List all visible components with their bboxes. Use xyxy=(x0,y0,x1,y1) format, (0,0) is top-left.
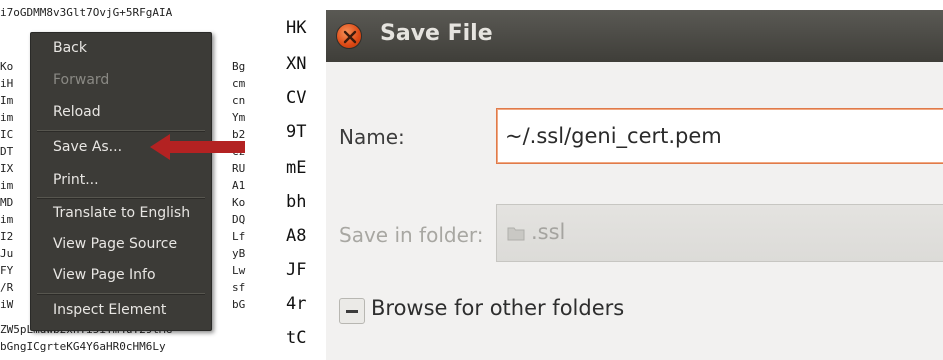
name-label: Name: xyxy=(339,125,405,149)
code-line-end: yB xyxy=(232,247,246,260)
menu-item-translate[interactable]: Translate to English xyxy=(31,200,211,226)
text-fragment: mE xyxy=(286,158,307,178)
menu-item-inspect-element[interactable]: Inspect Element xyxy=(31,297,211,323)
text-fragment: XN xyxy=(286,54,307,74)
code-line: im xyxy=(0,179,14,192)
text-fragment: A8 xyxy=(286,226,307,246)
text-fragment: 4r xyxy=(286,294,307,314)
text-fragment: tC xyxy=(286,328,307,348)
code-line-end: sf xyxy=(232,281,246,294)
code-line: DT xyxy=(0,145,14,158)
dialog-title: Save File xyxy=(380,21,493,46)
code-line: /R xyxy=(0,281,14,294)
code-line: Ko xyxy=(0,60,14,73)
code-line-end: Ko xyxy=(232,196,246,209)
code-line: im xyxy=(0,213,14,226)
code-line-end: A1 xyxy=(232,179,246,192)
text-fragment: HK xyxy=(286,18,307,38)
code-line-end: Lf xyxy=(232,230,246,243)
menu-separator xyxy=(37,197,205,199)
close-button[interactable] xyxy=(336,23,362,49)
red-arrow-icon xyxy=(150,134,245,160)
collapse-icon[interactable] xyxy=(339,298,365,324)
code-line: Im xyxy=(0,94,14,107)
text-fragment: JF xyxy=(286,260,307,280)
menu-item-forward: Forward xyxy=(53,72,110,88)
code-line: iH xyxy=(0,77,14,90)
code-line: iW xyxy=(0,298,14,311)
text-fragment: CV xyxy=(286,88,307,108)
code-line: im xyxy=(0,111,14,124)
dialog-screenshot: HK XN CV 9T mE bh A8 JF 4r tC Save File … xyxy=(272,0,943,360)
code-line: Ju xyxy=(0,247,14,260)
code-line-end: bG xyxy=(232,298,246,311)
text-fragment: 9T xyxy=(286,122,307,142)
dialog-titlebar[interactable]: Save File xyxy=(326,10,943,62)
code-line: I2 xyxy=(0,230,14,243)
folder-combo-box: .ssl xyxy=(496,204,943,262)
code-line-end: Lw xyxy=(232,264,246,277)
code-line: FY xyxy=(0,264,14,277)
code-line: MD xyxy=(0,196,14,209)
menu-item-reload[interactable]: Reload xyxy=(31,99,211,125)
filename-input[interactable]: ~/.ssl/geni_cert.pem xyxy=(496,108,943,164)
close-icon xyxy=(343,30,357,44)
context-menu: Back Forward Reload Save As... Print... … xyxy=(30,32,212,331)
browse-label[interactable]: Browse for other folders xyxy=(371,296,624,320)
code-line: i7oGDMM8v3Glt7OvjG+5RFgAIA xyxy=(0,6,173,19)
code-line-end: Ym xyxy=(232,111,246,124)
folder-icon xyxy=(507,227,525,241)
menu-separator xyxy=(37,130,205,132)
menu-item-view-page-info[interactable]: View Page Info xyxy=(31,262,211,288)
code-line: bGngICgrteKG4Y6aHR0cHM6Ly xyxy=(0,340,166,353)
code-line-end: RU xyxy=(232,162,246,175)
menu-separator xyxy=(37,293,205,295)
code-line: IX xyxy=(0,162,14,175)
code-line-end: cm xyxy=(232,77,246,90)
code-line: IC xyxy=(0,128,14,141)
code-line-end: DQ xyxy=(232,213,246,226)
save-file-dialog: Save File Name: ~/.ssl/geni_cert.pem Sav… xyxy=(326,10,943,360)
folder-name: .ssl xyxy=(531,220,566,244)
browser-page: i7oGDMM8v3Glt7OvjG+5RFgAIA Ko iH Im im I… xyxy=(0,0,262,360)
text-fragment: bh xyxy=(286,192,307,212)
menu-item-print[interactable]: Print... xyxy=(31,167,211,193)
code-line-end: Bg xyxy=(232,60,246,73)
code-line-end: cn xyxy=(232,94,246,107)
save-in-folder-label: Save in folder: xyxy=(339,223,484,247)
menu-item-view-page-source[interactable]: View Page Source xyxy=(31,231,211,257)
menu-item-back[interactable]: Back xyxy=(31,35,211,61)
